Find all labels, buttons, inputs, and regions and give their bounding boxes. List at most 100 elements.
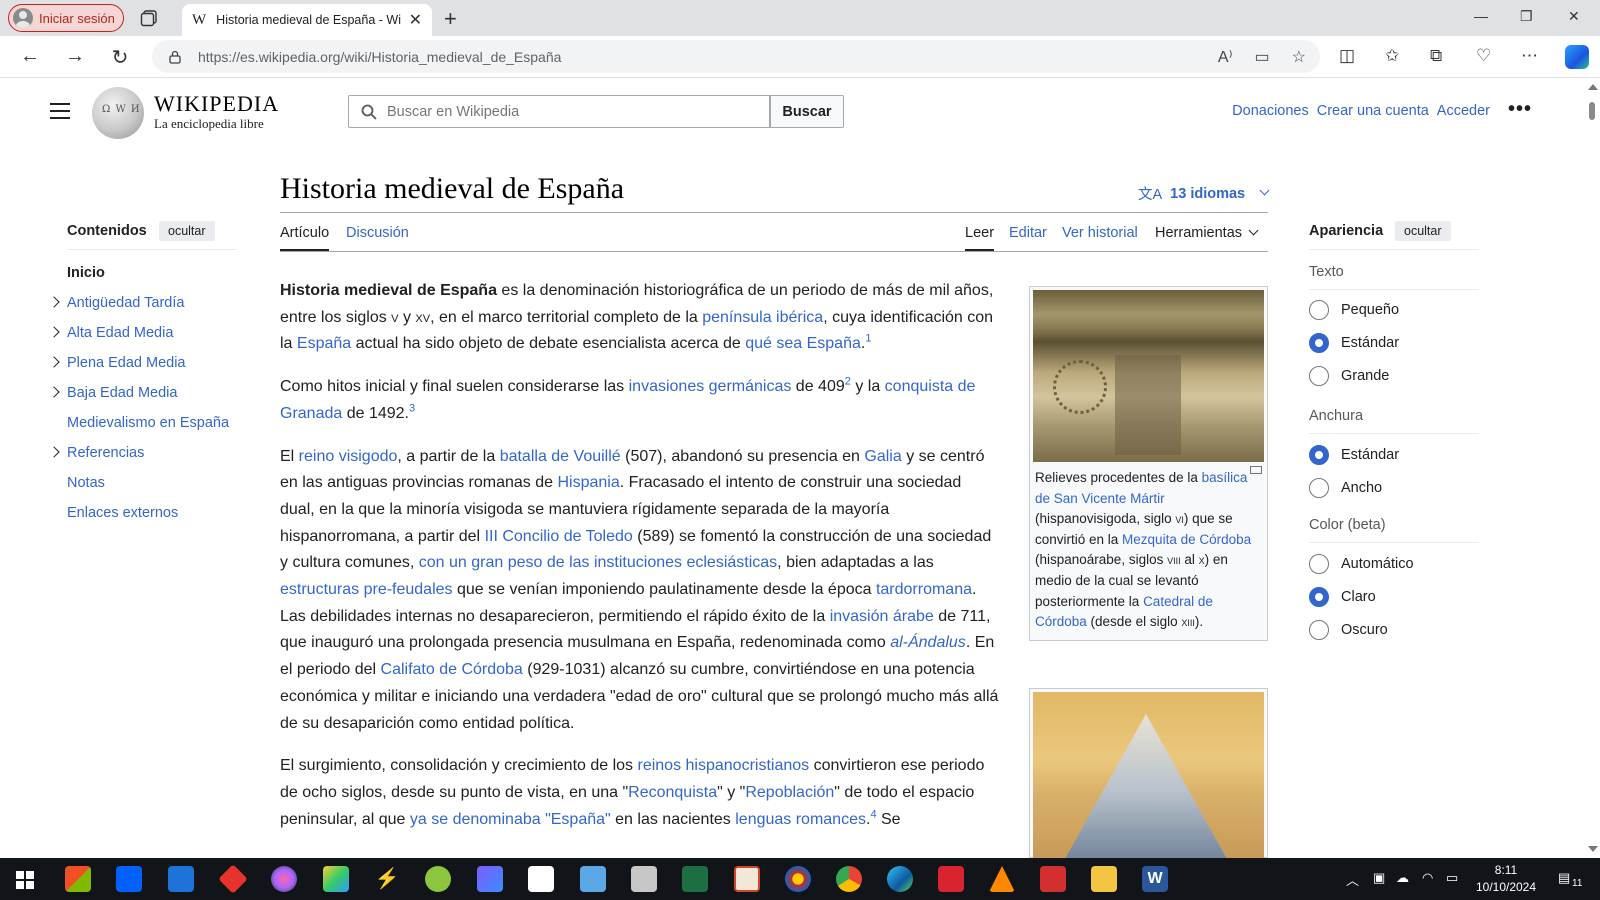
browser-essentials-icon[interactable]: ♡ — [1476, 46, 1491, 66]
reload-icon[interactable]: ↻ — [108, 45, 132, 70]
edge-icon[interactable] — [887, 866, 913, 892]
link-hispania[interactable]: Hispania — [558, 474, 620, 491]
radio-icon[interactable] — [1309, 554, 1329, 574]
mail-icon[interactable] — [168, 866, 194, 892]
immersive-reader-icon[interactable]: ▭ — [1255, 47, 1270, 67]
toc-item[interactable]: Medievalismo en España — [50, 408, 229, 438]
relieves-image[interactable] — [1033, 290, 1264, 462]
text-size-standard-option[interactable]: Estándar — [1309, 333, 1399, 353]
width-wide-option[interactable]: Ancho — [1309, 478, 1382, 498]
radio-icon[interactable] — [1309, 478, 1329, 498]
text-size-large-option[interactable]: Grande — [1309, 366, 1389, 386]
radio-icon[interactable] — [1309, 300, 1329, 320]
excel-icon[interactable] — [682, 866, 708, 892]
toc-item-label[interactable]: Alta Edad Media — [67, 325, 173, 341]
create-account-link[interactable]: Crear una cuenta — [1317, 103, 1429, 119]
vlc-icon[interactable] — [989, 866, 1015, 892]
reference-1[interactable]: 1 — [865, 333, 871, 345]
link-iii-concilio-de-toledo[interactable]: III Concilio de Toledo — [485, 528, 633, 545]
app-icon[interactable] — [785, 866, 811, 892]
wikipedia-globe-logo[interactable] — [92, 87, 144, 139]
link-repoblacion[interactable]: Repoblación — [745, 784, 834, 801]
appearance-hide-button[interactable]: ocultar — [1395, 221, 1451, 241]
text-size-small-option[interactable]: Pequeño — [1309, 300, 1399, 320]
stream-app-icon[interactable] — [477, 866, 503, 892]
radio-selected-icon[interactable] — [1309, 333, 1329, 353]
wikipedia-wordmark[interactable]: WIKIPEDIA — [154, 91, 279, 117]
link-invasion-arabe[interactable]: invasión árabe — [830, 608, 934, 625]
restore-icon[interactable]: ❐ — [1520, 8, 1533, 25]
tools-menu[interactable]: Herramientas — [1155, 225, 1259, 249]
toc-item[interactable]: Baja Edad Media — [48, 378, 229, 408]
chevron-right-icon[interactable] — [48, 356, 60, 368]
language-button[interactable]: 文A 13 idiomas — [1138, 183, 1270, 204]
chrome-icon[interactable] — [836, 866, 862, 892]
link-ya-se-denominaba-espana[interactable]: ya se denominaba "España" — [410, 811, 611, 828]
toc-item-label[interactable]: Medievalismo en España — [67, 415, 229, 431]
word-icon[interactable]: W — [1142, 866, 1168, 892]
link-espana[interactable]: España — [297, 335, 351, 352]
onedrive-icon[interactable]: ☁ — [1396, 870, 1409, 886]
tab-article[interactable]: Artículo — [280, 225, 330, 251]
donations-link[interactable]: Donaciones — [1232, 103, 1309, 119]
browser-tab-active[interactable]: W Historia medieval de España - Wikipedi… — [182, 4, 432, 36]
scroll-up-icon[interactable] — [1588, 84, 1598, 90]
dropbox-icon[interactable] — [116, 866, 142, 892]
link-mezquita-de-cordoba[interactable]: Mezquita de Córdoba — [1122, 532, 1251, 547]
color-auto-option[interactable]: Automático — [1309, 554, 1414, 574]
file-explorer-icon[interactable] — [1091, 866, 1117, 892]
link-reinos-hispanocristianos[interactable]: reinos hispanocristianos — [638, 757, 810, 774]
toc-item[interactable]: Plena Edad Media — [48, 348, 229, 378]
paint-icon[interactable] — [271, 866, 297, 892]
toc-item[interactable]: Referencias — [48, 438, 229, 468]
address-bar[interactable]: https://es.wikipedia.org/wiki/Historia_m… — [152, 40, 1320, 73]
powerpoint-icon[interactable] — [734, 866, 760, 892]
radio-icon[interactable] — [1309, 366, 1329, 386]
minimize-icon[interactable]: — — [1474, 8, 1488, 24]
meet-icon[interactable]: ▣ — [1373, 870, 1385, 886]
toc-item[interactable]: Inicio — [50, 258, 229, 288]
close-tab-icon[interactable]: ✕ — [409, 10, 422, 30]
width-standard-option[interactable]: Estándar — [1309, 445, 1399, 465]
search-input[interactable] — [387, 103, 769, 120]
toc-item-label[interactable]: Plena Edad Media — [67, 355, 186, 371]
toc-item[interactable]: Alta Edad Media — [48, 318, 229, 348]
toc-item-label[interactable]: Referencias — [67, 445, 144, 461]
link-al-andalus[interactable]: al-Ándalus — [890, 634, 966, 651]
acrobat-icon[interactable] — [1040, 866, 1066, 892]
enlarge-icon[interactable] — [1250, 466, 1262, 474]
login-link[interactable]: Acceder — [1437, 103, 1490, 119]
toc-item-label[interactable]: Enlaces externos — [67, 505, 178, 521]
toc-hide-button[interactable]: ocultar — [159, 221, 215, 241]
close-window-icon[interactable]: ✕ — [1568, 8, 1580, 25]
toc-item-label[interactable]: Notas — [67, 475, 105, 491]
lock-icon[interactable] — [168, 50, 182, 64]
read-aloud-icon[interactable]: A⁾ — [1218, 47, 1233, 67]
tab-edit[interactable]: Editar — [1009, 225, 1047, 249]
split-screen-icon[interactable]: ◫ — [1339, 46, 1355, 66]
tab-read[interactable]: Leer — [965, 225, 995, 251]
notifications-icon[interactable]: ▤ — [1558, 870, 1570, 886]
toc-item[interactable]: Enlaces externos — [50, 498, 229, 528]
link-peninsula-iberica[interactable]: península ibérica — [702, 309, 823, 326]
link-instituciones-eclesiasticas[interactable]: con un gran peso de las instituciones ec… — [419, 554, 777, 571]
scroll-thumb[interactable] — [1589, 102, 1595, 120]
color-dark-option[interactable]: Oscuro — [1309, 620, 1388, 640]
page-scrollbar[interactable] — [1585, 78, 1600, 858]
link-tardorromana[interactable]: tardorromana — [876, 581, 972, 598]
link-reino-visigodo[interactable]: reino visigodo — [299, 448, 398, 465]
chevron-right-icon[interactable] — [48, 446, 60, 458]
user-menu-more-icon[interactable]: ••• — [1508, 98, 1532, 121]
tab-actions-icon[interactable] — [140, 9, 158, 27]
favorites-icon[interactable]: ✩ — [1385, 46, 1399, 66]
printer-app-icon[interactable] — [631, 866, 657, 892]
search-button[interactable]: Buscar — [770, 95, 844, 128]
link-batalla-de-vouille[interactable]: batalla de Vouillé — [500, 448, 621, 465]
microsoft-store-icon[interactable] — [65, 866, 91, 892]
new-tab-icon[interactable]: + — [444, 6, 457, 32]
toc-item[interactable]: Antigüedad Tardía — [48, 288, 229, 318]
chevron-right-icon[interactable] — [48, 326, 60, 338]
copilot-icon[interactable] — [1565, 45, 1589, 69]
collections-icon[interactable]: ⧉ — [1430, 46, 1442, 66]
link-reconquista[interactable]: Reconquista — [628, 784, 717, 801]
